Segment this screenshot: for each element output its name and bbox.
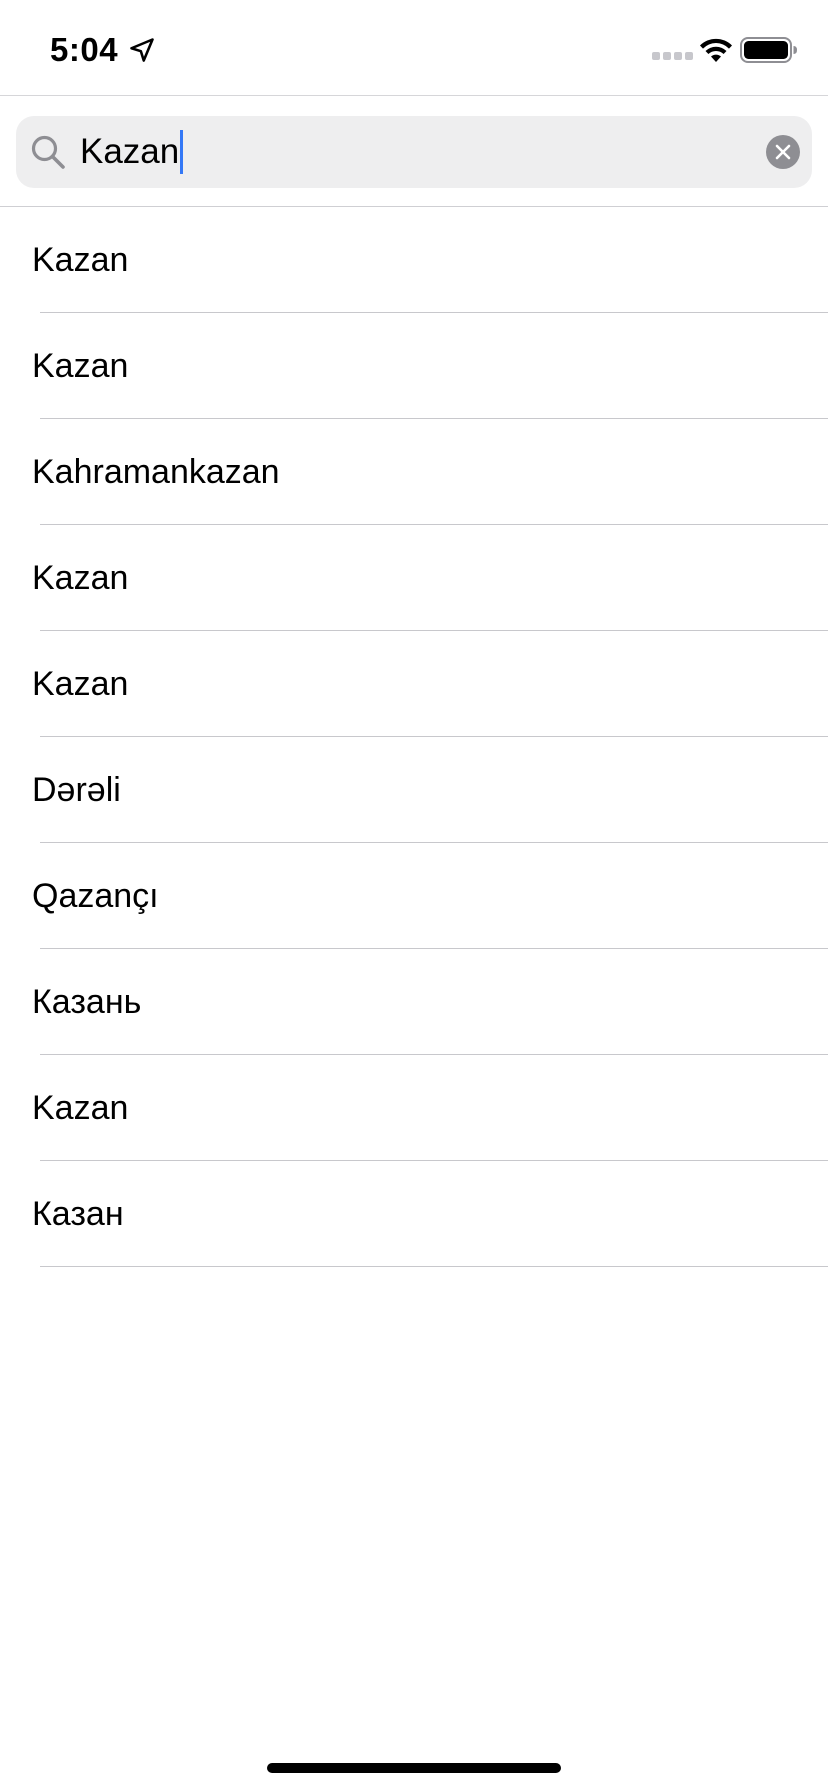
result-label: Kazan xyxy=(32,1089,129,1127)
result-row[interactable]: Kazan xyxy=(0,207,828,313)
result-label: Qazançı xyxy=(32,877,159,915)
result-label: Kahramankazan xyxy=(32,453,280,491)
status-bar: 5:04 xyxy=(0,0,828,96)
clear-icon xyxy=(775,144,791,160)
result-row[interactable]: Kazan xyxy=(0,631,828,737)
search-input[interactable]: Kazan xyxy=(78,116,758,188)
result-row[interactable]: Казань xyxy=(0,949,828,1055)
search-bar[interactable]: Kazan xyxy=(16,116,812,188)
result-row[interactable]: Казан xyxy=(0,1161,828,1267)
text-caret xyxy=(180,130,184,174)
status-time: 5:04 xyxy=(50,31,119,68)
location-arrow-icon xyxy=(130,38,154,62)
result-label: Казан xyxy=(32,1195,124,1233)
result-row[interactable]: Qazançı xyxy=(0,843,828,949)
result-label: Kazan xyxy=(32,665,129,703)
wifi-icon xyxy=(700,38,732,62)
result-row[interactable]: Kahramankazan xyxy=(0,419,828,525)
search-input-value: Kazan xyxy=(80,132,180,171)
home-indicator[interactable] xyxy=(267,1763,561,1773)
result-label: Казань xyxy=(32,983,142,1021)
cellular-signal-icon xyxy=(652,52,693,60)
search-icon xyxy=(31,135,65,169)
result-row[interactable]: Dərəli xyxy=(0,737,828,843)
result-label: Kazan xyxy=(32,559,129,597)
result-row[interactable]: Kazan xyxy=(0,1055,828,1161)
result-row[interactable]: Kazan xyxy=(0,525,828,631)
result-label: Dərəli xyxy=(32,771,121,809)
screen: 5:04 Kazan Kazan Kazan Kahramankazan Kaz… xyxy=(0,0,828,1792)
battery-icon xyxy=(740,37,797,63)
result-row[interactable]: Kazan xyxy=(0,313,828,419)
results-list: Kazan Kazan Kahramankazan Kazan Kazan Də… xyxy=(0,207,828,1267)
result-label: Kazan xyxy=(32,347,129,385)
clear-search-button[interactable] xyxy=(766,135,800,169)
result-label: Kazan xyxy=(32,241,129,279)
row-separator xyxy=(40,1266,828,1267)
